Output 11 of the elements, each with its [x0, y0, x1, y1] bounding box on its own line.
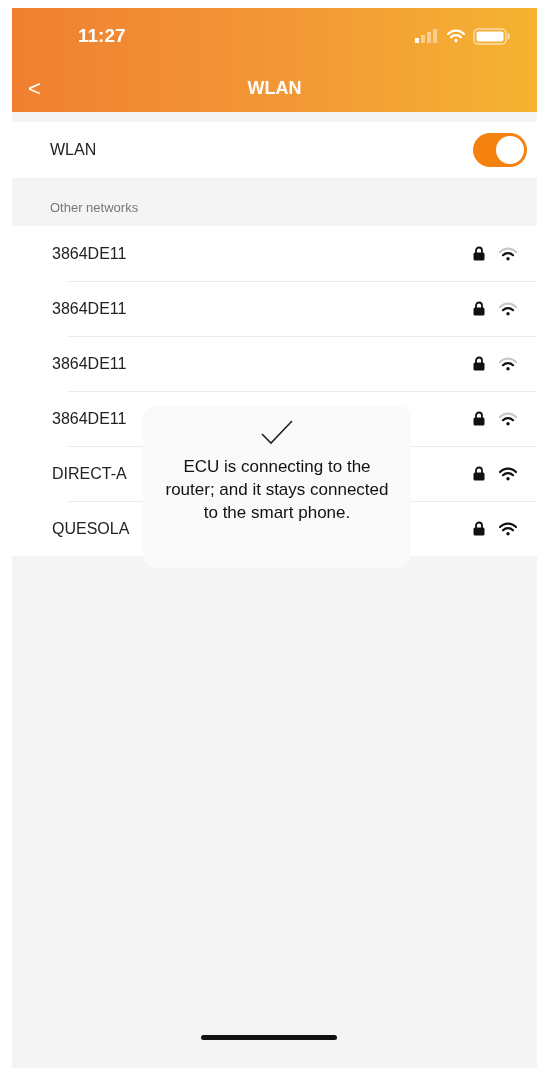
- network-name: DIRECT-A: [52, 463, 127, 484]
- section-header: Other networks: [50, 198, 139, 217]
- network-name: 3864DE11: [52, 298, 127, 319]
- page-title: WLAN: [247, 76, 302, 100]
- network-name: QUESOLA: [52, 518, 130, 539]
- toast-message: ECU is connecting to the router; and it stays connected to the smart phone.: [164, 456, 390, 524]
- network-name: 3864DE11: [52, 243, 127, 264]
- network-name: 3864DE11: [52, 408, 127, 429]
- network-name: 3864DE11: [52, 353, 127, 374]
- status-time: 11:27: [78, 23, 126, 48]
- wlan-label: WLAN: [50, 140, 97, 160]
